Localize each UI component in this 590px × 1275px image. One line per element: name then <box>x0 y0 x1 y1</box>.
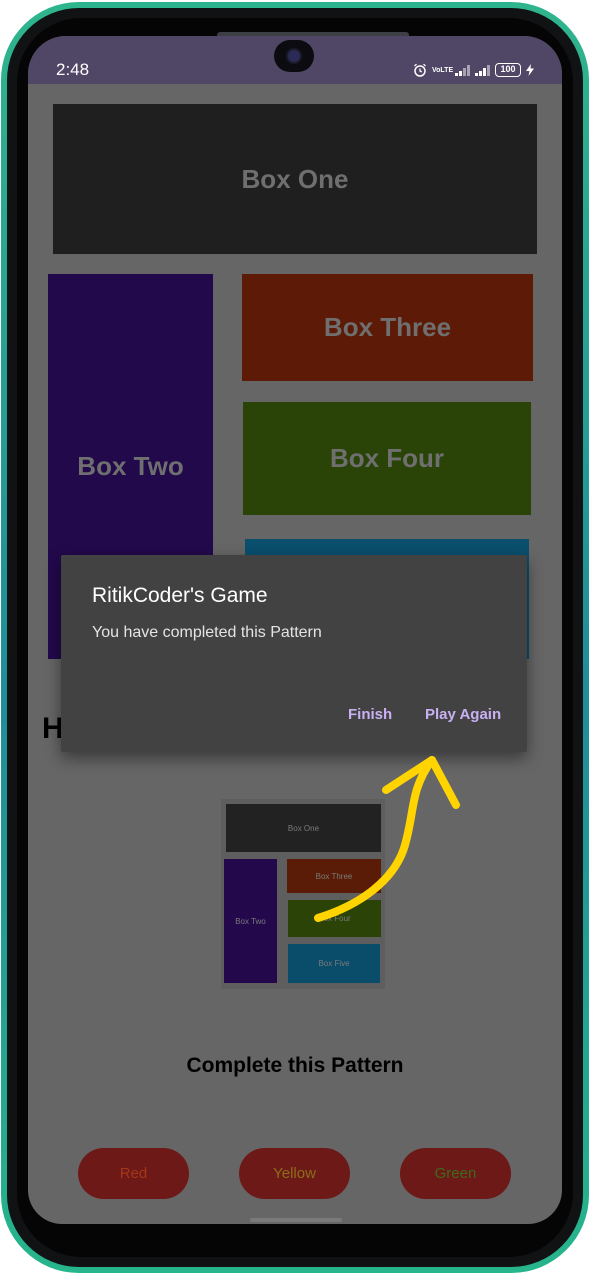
phone-screen: 2:48 VoLTE 100 Box One Box Two Box Three <box>28 36 562 1224</box>
volte-icon: VoLTE <box>432 66 454 74</box>
pattern-box-three: Box Three <box>287 859 381 893</box>
completion-dialog: RitikCoder's Game You have completed thi… <box>61 555 527 752</box>
pattern-box-five: Box Five <box>288 944 380 983</box>
status-bar: 2:48 VoLTE 100 <box>28 36 562 84</box>
dialog-title: RitikCoder's Game <box>92 584 268 607</box>
front-camera <box>274 40 314 72</box>
status-icons: VoLTE 100 <box>413 62 534 78</box>
signal-icon <box>475 64 490 76</box>
gesture-nav-bar[interactable] <box>250 1218 342 1222</box>
box-three[interactable]: Box Three <box>242 274 533 381</box>
battery-icon: 100 <box>495 63 521 77</box>
yellow-button[interactable]: Yellow <box>239 1148 350 1199</box>
green-button[interactable]: Green <box>400 1148 511 1199</box>
finish-button[interactable]: Finish <box>348 706 392 723</box>
signal-icon <box>455 64 470 76</box>
alarm-icon <box>414 63 426 77</box>
pattern-title: Complete this Pattern <box>186 1054 404 1077</box>
pattern-box-four: Box Four <box>288 900 381 937</box>
dialog-message: You have completed this Pattern <box>92 624 322 641</box>
box-one[interactable]: Box One <box>53 104 537 254</box>
pattern-box-two: Box Two <box>224 859 277 983</box>
red-button[interactable]: Red <box>78 1148 189 1199</box>
box-four[interactable]: Box Four <box>243 402 531 515</box>
status-time: 2:48 <box>56 60 90 79</box>
pattern-box-one: Box One <box>226 804 381 852</box>
pattern-preview: Box One Box Two Box Three Box Four Box F… <box>221 799 385 989</box>
charging-bolt-icon <box>526 64 534 76</box>
camera-lens <box>288 50 300 62</box>
play-again-button[interactable]: Play Again <box>425 706 501 723</box>
